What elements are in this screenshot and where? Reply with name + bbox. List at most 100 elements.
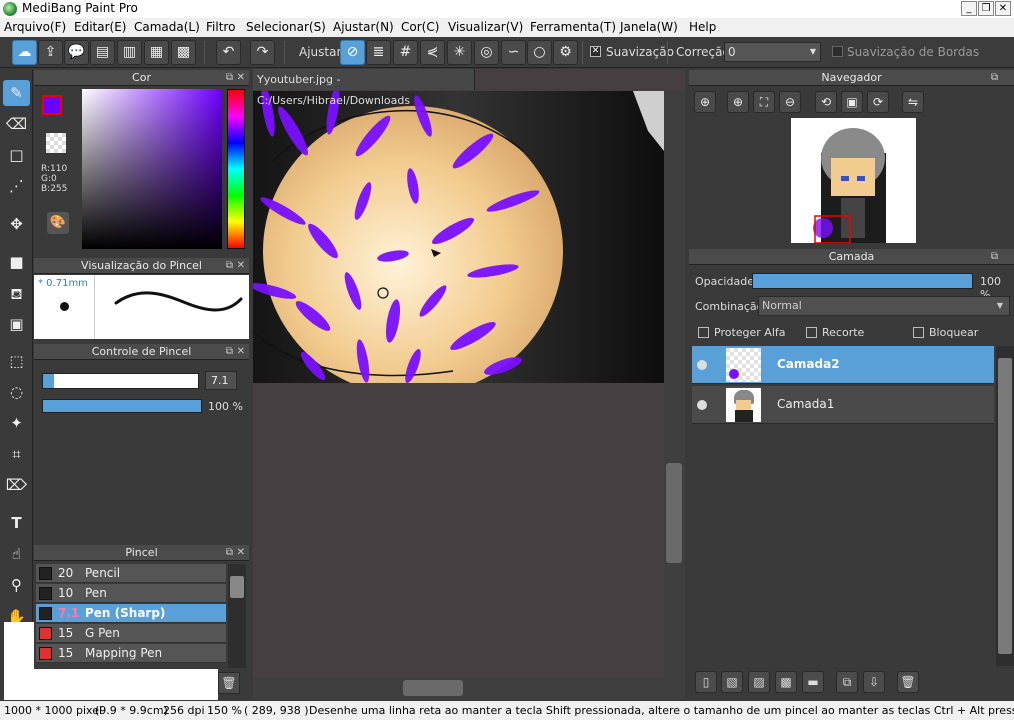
close-panel-icon[interactable]: ✕ — [237, 545, 245, 561]
snap-radial-icon[interactable]: ✳ — [447, 40, 472, 65]
scrollbar-thumb[interactable] — [230, 576, 244, 598]
trash-icon[interactable]: 🗑 — [218, 672, 240, 694]
merge-layer-icon[interactable]: ⇩ — [863, 671, 885, 693]
brush-item-g-pen[interactable]: 15 G Pen — [36, 624, 226, 643]
popout-icon[interactable]: ⧉ — [226, 545, 233, 561]
cloud-icon[interactable]: ☁ — [12, 40, 37, 65]
popout-icon[interactable]: ⧉ — [226, 344, 233, 360]
popout-icon[interactable]: ⧉ — [991, 70, 998, 86]
snap-curve-icon[interactable]: ∽ — [501, 40, 526, 65]
popout-icon[interactable]: ⧉ — [226, 70, 233, 86]
select-pen-tool-icon[interactable]: ⌗ — [3, 441, 30, 467]
rotate-left-icon[interactable]: ⟲ — [815, 91, 837, 113]
dot-brush-tool-icon[interactable]: ⋰ — [3, 173, 30, 199]
zoom-out-icon[interactable]: ⊖ — [779, 91, 801, 113]
foreground-color-swatch[interactable] — [42, 95, 62, 115]
brush-size-slider[interactable] — [42, 373, 199, 389]
bucket-tool-icon[interactable]: ⛾ — [3, 281, 30, 307]
snap-grid-icon[interactable]: # — [393, 40, 418, 65]
reset-view-icon[interactable]: ▣ — [841, 91, 863, 113]
canvas-area[interactable] — [253, 69, 685, 699]
gradient-tool-icon[interactable]: ▣ — [3, 311, 30, 337]
select-eraser-tool-icon[interactable]: ⌦ — [3, 472, 30, 498]
document-icon[interactable]: ▥ — [117, 40, 142, 65]
layer-row-camada1[interactable]: Camada1 — [692, 386, 994, 424]
undo-icon[interactable]: ↶ — [216, 40, 241, 65]
scrollbar-thumb[interactable] — [666, 463, 682, 563]
menu-ajustar[interactable]: Ajustar(N) — [333, 20, 394, 34]
correcao-select[interactable]: 0 ▼ — [724, 42, 821, 62]
lasso-tool-icon[interactable]: ◌ — [3, 379, 30, 405]
flip-horizontal-icon[interactable]: ⇋ — [902, 91, 924, 113]
popout-icon[interactable]: ⧉ — [991, 249, 998, 265]
brush-item-pen-sharp[interactable]: 7.1 Pen (Sharp) — [36, 604, 226, 623]
snap-off-icon[interactable]: ⊘ — [340, 40, 365, 65]
new-layer-icon[interactable]: ▯ — [695, 671, 717, 693]
scrollbar-thumb[interactable] — [403, 680, 463, 696]
layout-icon[interactable]: ▦ — [144, 40, 169, 65]
snap-settings-icon[interactable]: ⚙ — [553, 40, 578, 65]
brush-item-mapping-pen[interactable]: 15 Mapping Pen — [36, 644, 226, 663]
menu-help[interactable]: Help — [689, 20, 716, 34]
text-tool-icon[interactable]: T — [3, 510, 30, 536]
brush-opacity-slider[interactable] — [42, 399, 202, 413]
snap-circle-icon[interactable]: ○ — [527, 40, 552, 65]
rectangle-tool-icon[interactable]: □ — [3, 142, 30, 168]
comment-icon[interactable]: ▤ — [90, 40, 115, 65]
rotate-right-icon[interactable]: ⟳ — [867, 91, 889, 113]
palette-icon[interactable]: 🎨 — [47, 212, 69, 234]
layer-row-camada2[interactable]: Camada2 — [692, 346, 994, 384]
select-rect-tool-icon[interactable]: ⬚ — [3, 348, 30, 374]
snap-parallel-icon[interactable]: ≣ — [366, 40, 391, 65]
layer-opacity-slider[interactable] — [752, 273, 973, 289]
brush-list-scrollbar[interactable] — [228, 564, 246, 668]
menu-camada[interactable]: Camada(L) — [134, 20, 200, 34]
artwork-canvas[interactable] — [253, 91, 664, 383]
clip-checkbox[interactable] — [806, 327, 817, 338]
menu-editar[interactable]: Editar(E) — [74, 20, 126, 34]
menu-selecionar[interactable]: Selecionar(S) — [246, 20, 326, 34]
new-transparent-layer-icon[interactable]: ▩ — [775, 671, 797, 693]
fit-window-icon[interactable]: ⛶ — [753, 91, 775, 113]
popout-icon[interactable]: ⧉ — [226, 258, 233, 274]
magic-wand-tool-icon[interactable]: ✦ — [3, 410, 30, 436]
suav-bordas-checkbox[interactable] — [832, 46, 843, 57]
operation-tool-icon[interactable]: ☝ — [3, 541, 30, 567]
minimize-button[interactable]: _ — [961, 1, 977, 16]
fill-shape-tool-icon[interactable]: ■ — [3, 249, 30, 275]
visibility-eye-icon[interactable] — [697, 400, 707, 410]
menu-ferramenta[interactable]: Ferramenta(T) — [530, 20, 616, 34]
move-tool-icon[interactable]: ✥ — [3, 211, 30, 237]
speech-bubble-icon[interactable]: 💬 — [64, 40, 89, 65]
new-halftone-layer-icon[interactable]: ▧ — [721, 671, 743, 693]
eraser-tool-icon[interactable]: ⌫ — [3, 111, 30, 137]
eyedropper-tool-icon[interactable]: ⚲ — [3, 572, 30, 598]
close-panel-icon[interactable]: ✕ — [237, 258, 245, 274]
menu-cor[interactable]: Cor(C) — [401, 20, 439, 34]
scrollbar-thumb[interactable] — [998, 358, 1012, 654]
protect-alpha-checkbox[interactable] — [698, 327, 709, 338]
new-1bit-layer-icon[interactable]: ▨ — [748, 671, 770, 693]
menu-janela[interactable]: Janela(W) — [620, 20, 678, 34]
delete-layer-icon[interactable]: 🗑 — [897, 671, 919, 693]
background-color-swatch[interactable] — [46, 133, 66, 153]
share-icon[interactable]: ⇪ — [38, 40, 63, 65]
navigator-thumbnail[interactable] — [791, 118, 916, 244]
visibility-eye-icon[interactable] — [697, 360, 707, 370]
brush-item-pen[interactable]: 10 Pen — [36, 584, 226, 603]
zoom-in-icon[interactable]: ⊕ — [727, 91, 749, 113]
close-panel-icon[interactable]: ✕ — [237, 70, 245, 86]
canvas-horizontal-scrollbar[interactable] — [253, 677, 685, 699]
menu-visualizar[interactable]: Visualizar(V) — [448, 20, 523, 34]
saturation-value-picker[interactable] — [82, 89, 222, 249]
duplicate-layer-icon[interactable]: ⧉ — [836, 671, 858, 693]
close-panel-icon[interactable]: ✕ — [237, 344, 245, 360]
brush-size-input[interactable]: 7.1 — [205, 371, 237, 390]
blend-mode-select[interactable]: Normal ▼ — [758, 296, 1010, 316]
suavizacao-checkbox[interactable]: ✕ — [590, 46, 601, 57]
menu-arquivo[interactable]: Arquivo(F) — [4, 20, 66, 34]
document-tab[interactable]: Yyoutuber.jpg - C:/Users/Hibrael/Downloa… — [253, 69, 475, 107]
snap-concentric-icon[interactable]: ◎ — [474, 40, 499, 65]
lock-checkbox[interactable] — [913, 327, 924, 338]
menu-filtro[interactable]: Filtro — [206, 20, 235, 34]
